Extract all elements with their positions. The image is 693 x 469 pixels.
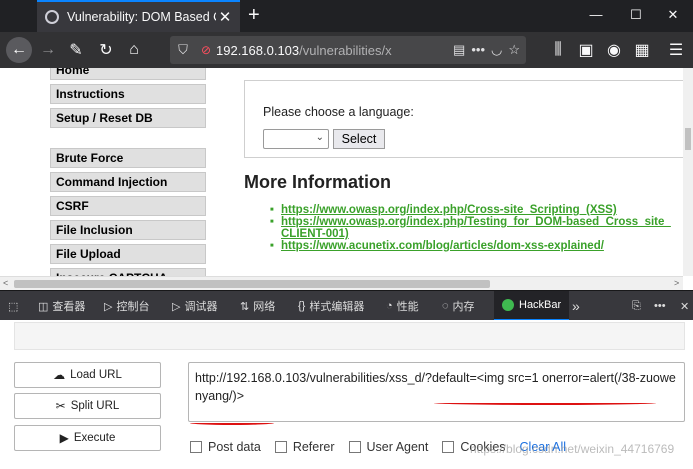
- tab-close-icon[interactable]: ✕: [216, 8, 234, 26]
- tab-hackbar[interactable]: HackBar: [494, 291, 570, 321]
- url-text[interactable]: 192.168.0.103/vulnerabilities/x: [216, 43, 453, 58]
- address-bar[interactable]: ⛉ ⊘ 192.168.0.103/vulnerabilities/x ▤ ••…: [170, 36, 526, 64]
- more-information-heading: More Information: [244, 172, 391, 192]
- post-data-checkbox[interactable]: Post data: [190, 440, 261, 454]
- annotation-underline: [434, 401, 656, 405]
- menu-item-command-injection[interactable]: Command Injection: [50, 172, 206, 192]
- hamburger-menu-icon[interactable]: ☰: [664, 32, 688, 68]
- tab-network[interactable]: ⇅ 网络: [240, 291, 275, 321]
- new-tab-button[interactable]: +: [248, 4, 260, 27]
- devtools-menu-icon[interactable]: •••: [654, 291, 666, 321]
- menu-item-insecure-captcha[interactable]: Insecure CAPTCHA: [50, 268, 206, 276]
- tab-debugger[interactable]: ▷ 调试器: [172, 291, 217, 321]
- devtools-toolbar: ⬚ ◫ 查看器 ▷ 控制台 ▷ 调试器 ⇅ 网络 {} 样式编辑器 ◔ 性能 ◌ 内存 Hac…: [0, 290, 693, 321]
- inspector-icon: ◫: [38, 300, 49, 313]
- tab-inspector[interactable]: ◫ 查看器: [38, 291, 85, 321]
- page-actions-icon[interactable]: •••: [471, 42, 485, 58]
- browser-tab[interactable]: Vulnerability: DOM Based Cr ✕: [37, 0, 240, 32]
- split-console-icon[interactable]: ⎘: [632, 291, 641, 321]
- split-url-button[interactable]: ✂ Split URL: [14, 393, 161, 419]
- horizontal-scrollbar[interactable]: < >: [0, 276, 683, 290]
- url-path: /vulnerabilities/x: [299, 42, 392, 58]
- style-editor-icon: {}: [298, 300, 306, 312]
- chevron-down-icon: ⌄: [315, 132, 324, 143]
- select-button[interactable]: Select: [333, 129, 385, 149]
- reference-link-owasp-xss[interactable]: https://www.owasp.org/index.php/Cross-si…: [270, 204, 690, 216]
- maximize-window-icon[interactable]: ☐: [626, 7, 646, 23]
- element-picker-icon[interactable]: ⬚: [8, 291, 18, 321]
- menu-item-brute-force[interactable]: Brute Force: [50, 148, 206, 168]
- blog-watermark: https://blog.csdn.net/weixin_44716769: [470, 442, 675, 456]
- scissors-icon: ✂: [55, 399, 66, 413]
- reader-view-icon[interactable]: ▤: [453, 42, 465, 58]
- url-textarea[interactable]: http://192.168.0.103/vulnerabilities/xss…: [188, 362, 685, 422]
- forward-arrow-icon[interactable]: →: [36, 32, 60, 68]
- menu-item-home[interactable]: Home: [50, 68, 206, 80]
- url-host: 192.168.0.103: [216, 42, 300, 58]
- menu-item-instructions[interactable]: Instructions: [50, 84, 206, 104]
- hackbar-panel: ☁ Load URL ✂ Split URL ▶ Execute http://…: [0, 320, 693, 469]
- play-icon: ▶: [59, 431, 69, 445]
- tab-performance[interactable]: ◔ 性能: [386, 291, 419, 321]
- menu-item-file-inclusion[interactable]: File Inclusion: [50, 220, 206, 240]
- menu-item-file-upload[interactable]: File Upload: [50, 244, 206, 264]
- vertical-scrollbar[interactable]: [683, 68, 693, 276]
- execute-button[interactable]: ▶ Execute: [14, 425, 161, 451]
- language-form-box: Please choose a language: ⌄ Select: [244, 80, 689, 158]
- translate-extension-icon[interactable]: ▦: [630, 32, 654, 68]
- language-prompt: Please choose a language:: [263, 105, 414, 119]
- menu-item-setup[interactable]: Setup / Reset DB: [50, 108, 206, 128]
- account-icon[interactable]: ◉: [602, 32, 626, 68]
- reload-icon[interactable]: ↻: [94, 32, 118, 68]
- page-viewport: Home Instructions Setup / Reset DB Brute…: [0, 68, 693, 276]
- wrench-icon[interactable]: ✎: [64, 32, 88, 68]
- tab-title: Vulnerability: DOM Based Cr: [67, 10, 216, 24]
- close-devtools-icon[interactable]: ✕: [680, 291, 689, 321]
- hackbar-icon: [502, 299, 514, 311]
- tab-memory[interactable]: ◌ 内存: [442, 291, 475, 321]
- tracking-shield-icon[interactable]: ⛉: [170, 42, 196, 58]
- performance-icon: ◔: [386, 300, 393, 312]
- referer-checkbox[interactable]: Referer: [274, 440, 335, 454]
- language-select[interactable]: ⌄: [263, 129, 329, 149]
- tab-style-editor[interactable]: {} 样式编辑器: [298, 291, 364, 321]
- navigation-bar: ← → ✎ ↻ ⌂ ⛉ ⊘ 192.168.0.103/vulnerabilit…: [0, 32, 693, 68]
- reference-link-acunetix[interactable]: https://www.acunetix.com/blog/articles/d…: [270, 240, 690, 252]
- console-icon: ▷: [104, 300, 113, 313]
- close-window-icon[interactable]: ✕: [663, 7, 683, 23]
- debugger-icon: ▷: [172, 300, 181, 313]
- hackbar-menu-bar: [14, 322, 685, 350]
- insecure-lock-icon[interactable]: ⊘: [196, 43, 216, 57]
- reference-link-owasp-dom[interactable]: https://www.owasp.org/index.php/Testing_…: [270, 216, 690, 240]
- tab-strip: Vulnerability: DOM Based Cr ✕ + — ☐ ✕: [0, 0, 693, 32]
- scroll-right-icon[interactable]: >: [674, 277, 679, 290]
- pocket-icon[interactable]: ◡: [491, 42, 502, 58]
- user-agent-checkbox[interactable]: User Agent: [348, 440, 428, 454]
- annotation-underline: [190, 421, 274, 425]
- home-icon[interactable]: ⌂: [122, 32, 146, 68]
- more-tabs-icon[interactable]: »: [572, 291, 580, 321]
- scroll-left-icon[interactable]: <: [3, 277, 8, 290]
- menu-item-csrf[interactable]: CSRF: [50, 196, 206, 216]
- library-icon[interactable]: ⫼: [546, 32, 570, 68]
- minimize-window-icon[interactable]: —: [586, 7, 606, 22]
- back-arrow-icon[interactable]: ←: [6, 37, 32, 63]
- bookmark-star-icon[interactable]: ☆: [508, 42, 520, 58]
- reference-links: https://www.owasp.org/index.php/Cross-si…: [270, 204, 690, 252]
- dvwa-menu: Home Instructions Setup / Reset DB Brute…: [50, 68, 206, 276]
- sidebar-toggle-icon[interactable]: ▣: [574, 32, 598, 68]
- network-icon: ⇅: [240, 300, 250, 313]
- page-favicon-icon: [45, 10, 59, 24]
- memory-icon: ◌: [442, 300, 449, 312]
- tab-console[interactable]: ▷ 控制台: [104, 291, 149, 321]
- load-url-button[interactable]: ☁ Load URL: [14, 362, 161, 388]
- cloud-download-icon: ☁: [53, 368, 66, 382]
